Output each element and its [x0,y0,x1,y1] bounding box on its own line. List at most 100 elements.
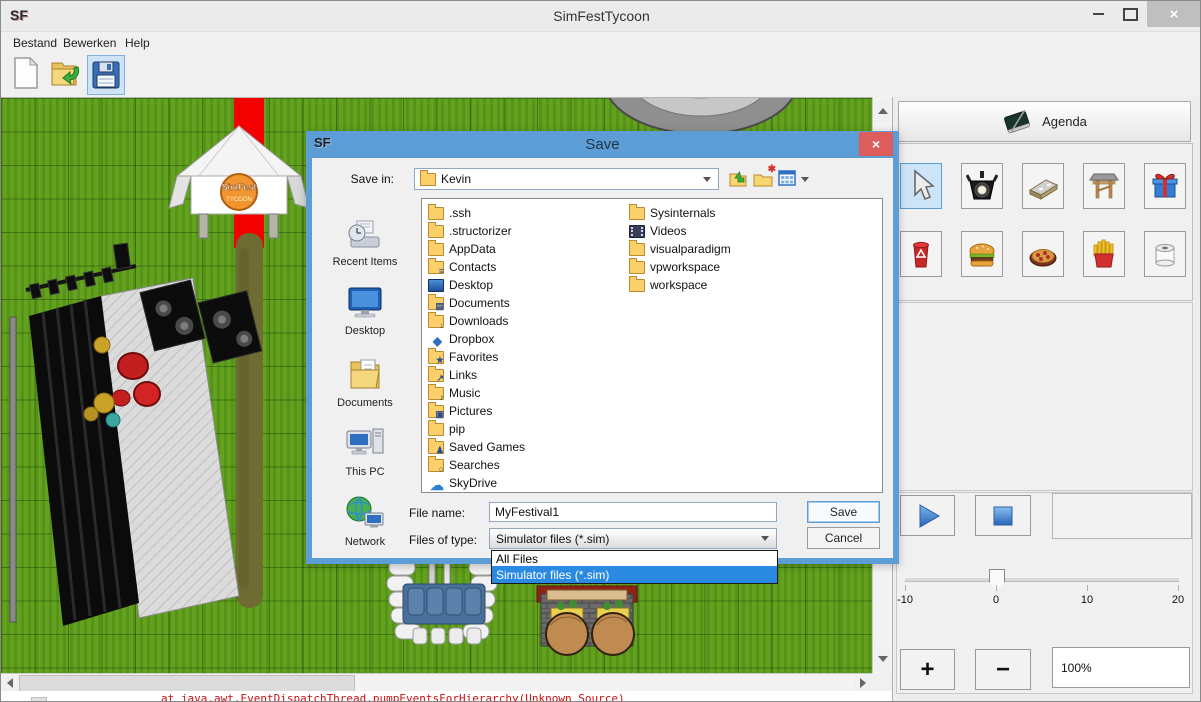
cancel-button[interactable]: Cancel [807,527,880,549]
menu-help[interactable]: Help [121,34,154,52]
folder-icon [428,423,444,436]
file-item[interactable]: Saved Games [428,438,638,456]
file-item[interactable]: Documents [428,294,638,312]
tool-road-tile[interactable] [1022,163,1064,209]
folder-icon [420,173,436,186]
save-dialog: SF Save × Save in: Kevin ✱ [306,131,899,564]
place-label: Recent Items [316,256,414,268]
file-item[interactable]: Favorites [428,348,638,366]
save-dialog-titlebar[interactable]: SF Save × [306,131,899,158]
file-item[interactable]: SkyDrive [428,474,638,492]
tool-pizza[interactable] [1022,231,1064,277]
scroll-down-button[interactable] [874,647,891,671]
save-in-combobox[interactable]: Kevin [414,168,719,190]
horizontal-scroll-thumb[interactable] [19,675,355,692]
menu-bewerken[interactable]: Bewerken [59,34,120,52]
close-button[interactable]: × [1147,1,1201,27]
files-of-type-combobox[interactable]: Simulator files (*.sim) [489,528,777,549]
folder-icon [629,279,645,292]
tent-logo-text: SimFest [221,182,256,192]
view-menu-button[interactable] [778,169,809,189]
burger-icon [965,238,999,270]
maximize-button[interactable] [1115,1,1145,27]
file-item[interactable]: .ssh [428,204,638,222]
speed-slider-track[interactable] [905,578,1179,582]
new-file-button[interactable] [9,55,43,91]
place-network[interactable]: Network [316,495,414,548]
file-item[interactable]: Searches [428,456,638,474]
save-in-value: Kevin [441,172,471,186]
file-item[interactable]: Videos [629,222,839,240]
folder-icon [428,207,444,220]
agenda-button[interactable]: Agenda [898,101,1191,142]
tool-gift[interactable] [1144,163,1186,209]
tool-gate[interactable] [1083,163,1125,209]
scroll-right-button[interactable] [854,675,872,691]
play-button[interactable] [900,495,955,536]
folder-icon [428,225,444,238]
option-all-files[interactable]: All Files [492,551,777,566]
new-folder-star-icon: ✱ [768,164,776,175]
file-item[interactable]: Pictures [428,402,638,420]
console-stacktrace-line: at java.awt.EventDispatchThread.pumpEven… [161,692,625,702]
file-item[interactable]: AppData [428,240,638,258]
agenda-notebook-icon [1002,109,1032,135]
music-folder-icon [428,387,444,400]
zoom-level-field[interactable]: 100% [1052,647,1190,688]
file-item[interactable]: .structorizer [428,222,638,240]
save-floppy-icon [92,61,120,89]
tool-burger[interactable] [961,231,1003,277]
tool-select-cursor[interactable] [900,163,942,209]
slider-label-10: 10 [1067,594,1107,606]
minimize-button[interactable] [1083,1,1113,27]
close-icon: × [1170,6,1179,23]
place-this-pc[interactable]: This PC [316,425,414,478]
slider-label-minus10: -10 [885,594,925,606]
file-name-input[interactable] [489,502,777,522]
place-recent-items[interactable]: Recent Items [316,215,414,268]
menu-bestand[interactable]: Bestand [9,34,61,52]
save-button[interactable]: Save [807,501,880,523]
file-item[interactable]: Contacts [428,258,638,276]
zoom-in-button[interactable]: + [900,649,955,690]
file-item[interactable]: Downloads [428,312,638,330]
stop-icon [992,505,1014,527]
option-simulator-files[interactable]: Simulator files (*.sim) [492,566,777,583]
app-window: SF SimFestTycoon × Bestand Bewerken Help [0,0,1201,702]
file-item[interactable]: Music [428,384,638,402]
tool-fries[interactable] [1083,231,1125,277]
file-item[interactable]: pip [428,420,638,438]
tool-trash-bin[interactable] [900,231,942,277]
open-file-button[interactable] [49,55,83,91]
slider-label-20: 20 [1158,594,1198,606]
file-item[interactable]: Dropbox [428,330,638,348]
tool-toilet-paper[interactable] [1144,231,1186,277]
scroll-up-button[interactable] [874,99,891,123]
file-item[interactable]: Links [428,366,638,384]
tool-spotlight[interactable] [961,163,1003,209]
zoom-out-button[interactable]: − [975,649,1031,690]
stop-button[interactable] [975,495,1031,536]
folder-icon [428,243,444,256]
place-desktop[interactable]: Desktop [316,286,414,337]
file-item[interactable]: Desktop [428,276,638,294]
file-list[interactable]: .ssh .structorizer AppData Contacts Desk… [421,198,883,493]
chevron-down-icon [761,536,769,541]
scroll-left-button[interactable] [1,675,19,691]
file-item[interactable]: vpworkspace [629,258,839,276]
dialog-close-button[interactable]: × [859,132,893,156]
place-documents[interactable]: Documents [316,356,414,409]
file-item[interactable]: Sysinternals [629,204,839,222]
scroll-left-icon [7,678,13,688]
save-file-button[interactable] [87,55,125,95]
circle-tent [604,98,798,134]
gate-icon [1087,169,1121,203]
file-item[interactable]: visualparadigm [629,240,839,258]
file-item[interactable]: workspace [629,276,839,294]
horizontal-scrollbar[interactable] [1,673,872,692]
save-in-label: Save in: [312,172,394,186]
place-label: This PC [316,466,414,478]
contacts-folder-icon [428,261,444,274]
up-one-level-button[interactable] [729,169,749,194]
new-folder-button[interactable]: ✱ [753,169,773,194]
